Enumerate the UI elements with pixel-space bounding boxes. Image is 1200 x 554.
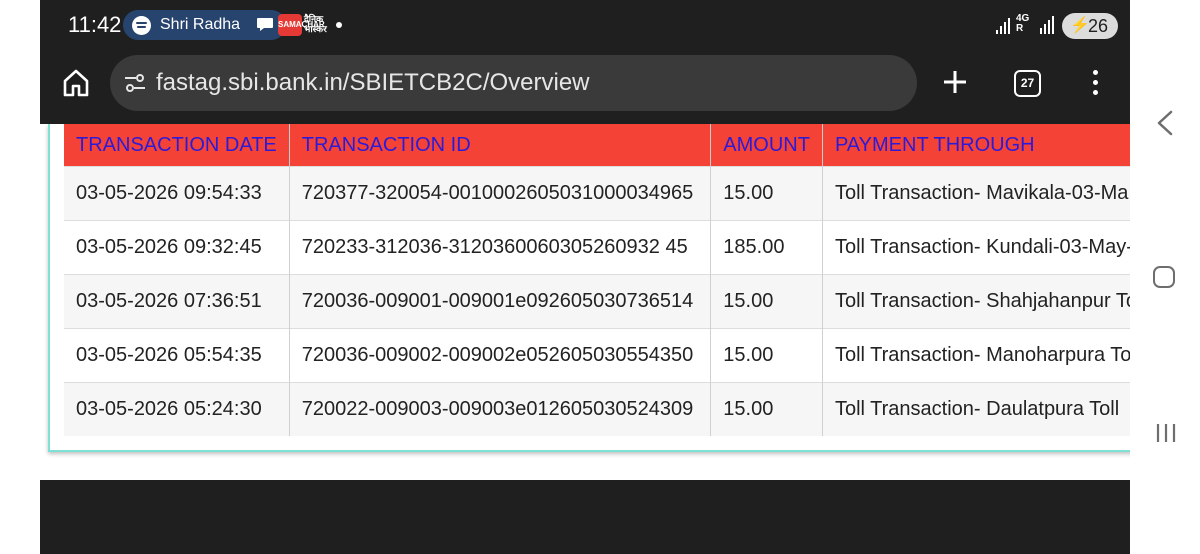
news-app-line-2: भास्कर xyxy=(304,24,327,34)
cell-transaction-id: 720377-320054-0010002605031000034965 xyxy=(289,166,712,221)
table-row: 03-05-2026 09:32:45 720233-312036-312036… xyxy=(64,220,1130,275)
news-app-icon: SAMACHAR xyxy=(278,14,325,36)
home-icon[interactable] xyxy=(62,68,90,98)
table-row: 03-05-2026 05:54:35 720036-009002-009002… xyxy=(64,328,1130,383)
cell-date: 03-05-2026 09:32:45 xyxy=(64,220,290,275)
clock: 11:42 xyxy=(68,12,122,37)
network-roaming: R xyxy=(1016,23,1024,34)
browser-toolbar: fastag.sbi.bank.in/SBIETCB2C/Overview 27 xyxy=(40,52,1130,124)
plus-icon[interactable] xyxy=(940,62,970,102)
cell-amount: 15.00 xyxy=(710,274,823,329)
header-payment-through: PAYMENT THROUGH xyxy=(822,124,1130,167)
cell-date: 03-05-2026 05:54:35 xyxy=(64,328,290,383)
news-app-icon-2: दैनिक भास्कर xyxy=(304,14,327,34)
header-transaction-date: TRANSACTION DATE xyxy=(64,124,290,167)
cell-amount: 15.00 xyxy=(710,328,823,383)
cell-payment-through: Toll Transaction- Kundali-03-May- xyxy=(822,220,1130,275)
bolt-icon: ⚡ xyxy=(1070,17,1090,34)
cell-amount: 15.00 xyxy=(710,382,823,436)
cell-amount: 185.00 xyxy=(710,220,823,275)
transactions-card: TRANSACTION DATE TRANSACTION ID AMOUNT P… xyxy=(48,124,1130,452)
cell-payment-through: Toll Transaction- Daulatpura Toll xyxy=(822,382,1130,436)
chat-bubble-icon xyxy=(257,18,273,31)
cell-date: 03-05-2026 05:24:30 xyxy=(64,382,290,436)
tabs-icon[interactable]: 27 xyxy=(1014,70,1041,97)
url-text: fastag.sbi.bank.in/SBIETCB2C/Overview xyxy=(156,69,590,96)
recent-apps-icon[interactable] xyxy=(1155,422,1177,444)
battery-indicator: ⚡ 26 xyxy=(1062,13,1118,39)
table-header-row: TRANSACTION DATE TRANSACTION ID AMOUNT P… xyxy=(64,124,1130,167)
home-circle-icon[interactable] xyxy=(1153,266,1175,288)
cell-payment-through: Toll Transaction- Manoharpura To xyxy=(822,328,1130,383)
table-row: 03-05-2026 09:54:33 720377-320054-001000… xyxy=(64,166,1130,221)
phone-screen: 11:42 Shri Radha SAMACHAR दैनिक भास्कर 4… xyxy=(40,0,1130,554)
media-title: Shri Radha xyxy=(160,16,241,33)
cell-transaction-id: 720036-009002-009002e052605030554350 xyxy=(289,328,712,383)
news-app-line-1: दैनिक xyxy=(304,14,324,24)
cell-date: 03-05-2026 07:36:51 xyxy=(64,274,290,329)
cell-amount: 15.00 xyxy=(710,166,823,221)
address-bar[interactable]: fastag.sbi.bank.in/SBIETCB2C/Overview xyxy=(110,55,917,111)
header-transaction-id: TRANSACTION ID xyxy=(289,124,712,167)
battery-level: 26 xyxy=(1088,16,1109,36)
network-type-label: 4G R xyxy=(1016,14,1029,34)
cell-date: 03-05-2026 09:54:33 xyxy=(64,166,290,221)
table-row: 03-05-2026 07:36:51 720036-009001-009001… xyxy=(64,274,1130,329)
signal-icon-2 xyxy=(1040,14,1054,34)
header-amount: AMOUNT xyxy=(710,124,823,167)
cell-payment-through: Toll Transaction- Mavikala-03-Ma xyxy=(822,166,1130,221)
cell-transaction-id: 720022-009003-009003e012605030524309 xyxy=(289,382,712,436)
cell-transaction-id: 720036-009001-009001e092605030736514 xyxy=(289,274,712,329)
site-settings-icon[interactable] xyxy=(124,73,146,93)
table-row: 03-05-2026 05:24:30 720022-009003-009003… xyxy=(64,382,1130,436)
signal-icon xyxy=(996,14,1010,34)
cell-payment-through: Toll Transaction- Shahjahanpur To xyxy=(822,274,1130,329)
more-notifications-dot xyxy=(336,22,342,28)
menu-dots-icon[interactable] xyxy=(1092,70,1100,98)
empty-dark-area xyxy=(40,480,1130,554)
cell-transaction-id: 720233-312036-3120360060305260932 45 xyxy=(289,220,712,275)
spotify-icon xyxy=(132,15,151,35)
page-content: TRANSACTION DATE TRANSACTION ID AMOUNT P… xyxy=(40,124,1130,480)
status-bar: 11:42 Shri Radha SAMACHAR दैनिक भास्कर 4… xyxy=(40,0,1130,52)
back-icon[interactable] xyxy=(1154,110,1176,136)
transactions-table: TRANSACTION DATE TRANSACTION ID AMOUNT P… xyxy=(64,124,1130,436)
